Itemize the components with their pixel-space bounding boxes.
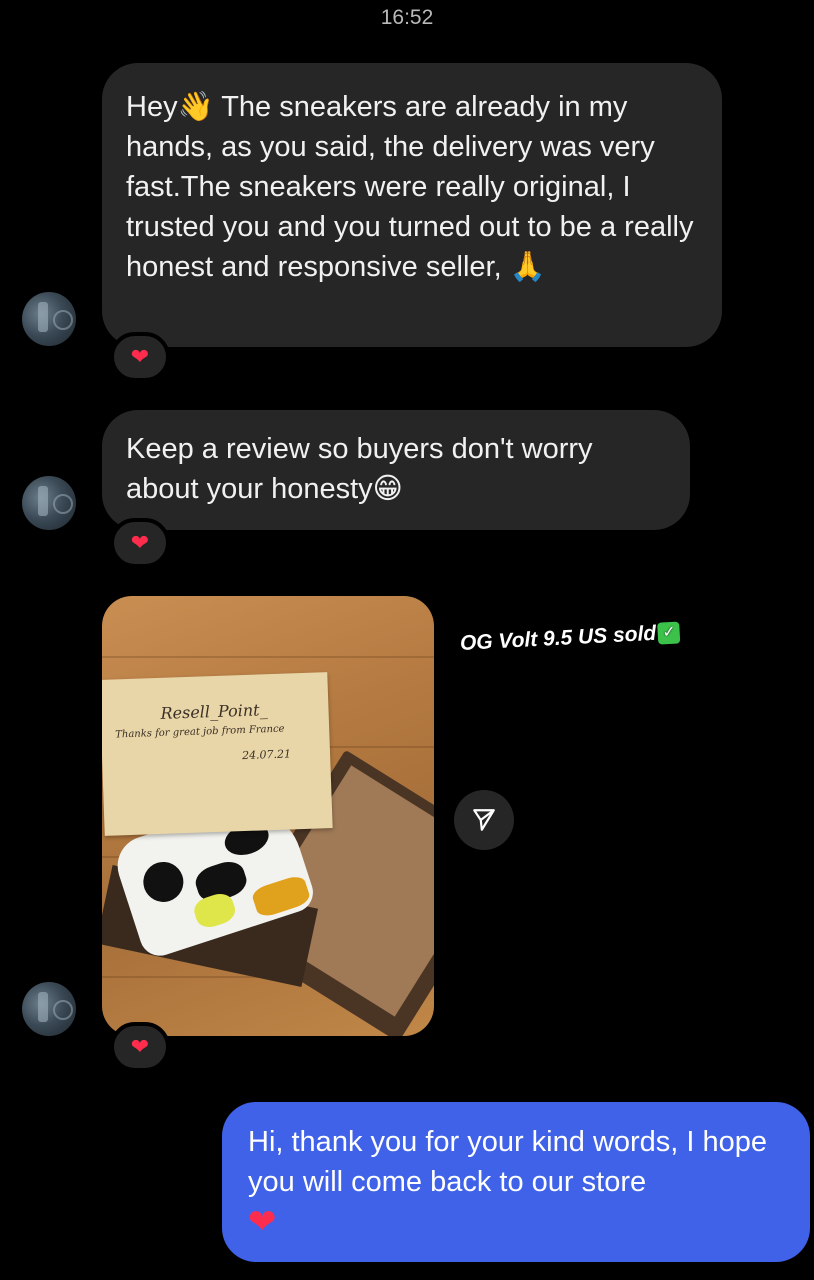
heart-emoji: ❤ xyxy=(248,1203,277,1241)
message-text: Hey👋 The sneakers are already in my hand… xyxy=(126,91,694,283)
photo-caption: OG Volt 9.5 US sold ✓ xyxy=(459,620,681,656)
sender-avatar[interactable] xyxy=(22,476,76,530)
floor-plank xyxy=(102,656,434,658)
check-icon: ✓ xyxy=(657,621,681,645)
photo-message[interactable]: Resell_Point_ Thanks for great job from … xyxy=(102,596,434,1036)
reaction-heart[interactable]: ❤ xyxy=(110,332,170,382)
incoming-message-1[interactable]: Hey👋 The sneakers are already in my hand… xyxy=(102,63,722,347)
note-line-1: Resell_Point_ xyxy=(160,700,268,723)
incoming-message-2[interactable]: Keep a review so buyers don't worry abou… xyxy=(102,410,690,530)
caption-text: OG Volt 9.5 US sold xyxy=(459,621,657,655)
send-icon-glyph xyxy=(473,809,495,831)
timestamp: 16:52 xyxy=(380,6,434,29)
note-date: 24.07.21 xyxy=(241,747,292,763)
message-text: Hi, thank you for your kind words, I hop… xyxy=(248,1126,768,1198)
send-icon[interactable] xyxy=(454,790,514,850)
reaction-heart[interactable]: ❤ xyxy=(110,518,170,568)
reaction-heart[interactable]: ❤ xyxy=(110,1022,170,1072)
sender-avatar[interactable] xyxy=(22,292,76,346)
message-text: Keep a review so buyers don't worry abou… xyxy=(126,433,593,505)
handwritten-note: Resell_Point_ Thanks for great job from … xyxy=(102,672,333,836)
sender-avatar[interactable] xyxy=(22,982,76,1036)
outgoing-message[interactable]: Hi, thank you for your kind words, I hop… xyxy=(222,1102,810,1262)
note-line-2: Thanks for great job from France xyxy=(115,723,285,741)
